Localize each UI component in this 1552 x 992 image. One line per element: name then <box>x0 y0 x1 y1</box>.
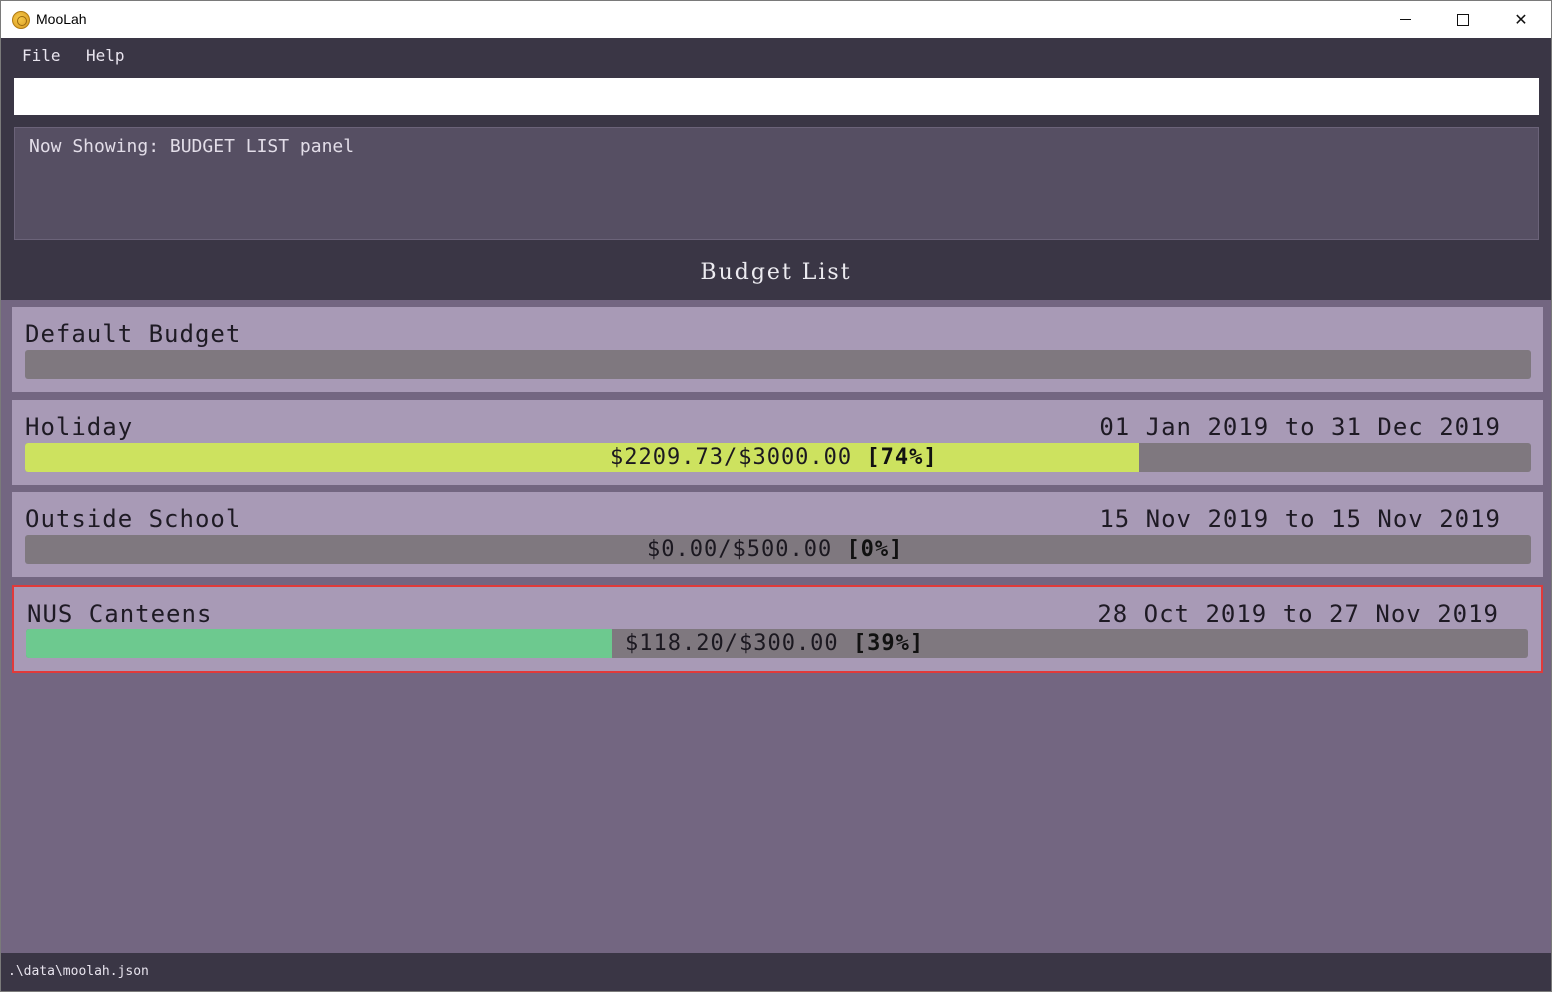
coin-icon <box>12 11 30 29</box>
result-text: Now Showing: BUDGET LIST panel <box>29 136 355 157</box>
maximize-icon <box>1457 13 1469 26</box>
menu-bar: File Help <box>1 38 1551 74</box>
budget-card-outside-school[interactable]: Outside School 15 Nov 2019 to 15 Nov 201… <box>12 492 1543 577</box>
budget-name: Outside School <box>25 505 242 533</box>
command-input[interactable] <box>14 78 1539 115</box>
menu-file[interactable]: File <box>22 46 61 65</box>
budget-percent: [74%] <box>866 445 938 470</box>
budget-name: NUS Canteens <box>27 600 213 628</box>
status-bar: .\data\moolah.json <box>1 953 1551 991</box>
budget-progress-bar: $118.20/$300.00 [39%] <box>26 629 1528 658</box>
budget-amount: $118.20/$300.00 <box>625 631 839 656</box>
minimize-icon <box>1399 19 1411 20</box>
budget-card-nus-canteens[interactable]: NUS Canteens 28 Oct 2019 to 27 Nov 2019 … <box>12 585 1543 673</box>
data-file-path: .\data\moolah.json <box>8 964 149 979</box>
close-button[interactable]: ✕ <box>1492 1 1550 38</box>
budget-progress-fill <box>26 629 612 658</box>
title-bar: MooLah ✕ <box>1 1 1551 38</box>
budget-dates: 15 Nov 2019 to 15 Nov 2019 <box>1099 505 1501 533</box>
budget-amount: $2209.73/$3000.00 <box>610 445 853 470</box>
maximize-button[interactable] <box>1434 1 1492 38</box>
budget-progress-bar <box>25 350 1531 379</box>
window-title: MooLah <box>36 11 87 27</box>
budget-name: Holiday <box>25 413 134 441</box>
budget-progress-bar: $2209.73/$3000.00 [74%] <box>25 443 1531 472</box>
moolah-window: MooLah ✕ File Help Now Showing: BUDGET L… <box>0 0 1552 992</box>
budget-name: Default Budget <box>25 320 242 348</box>
budget-card-default[interactable]: Default Budget <box>12 307 1543 392</box>
minimize-button[interactable] <box>1376 1 1434 38</box>
list-title: Budget List <box>700 260 852 285</box>
budget-progress-label: $2209.73/$3000.00 [74%] <box>610 445 938 470</box>
budget-progress-label: $118.20/$300.00 [39%] <box>625 631 924 656</box>
close-icon: ✕ <box>1514 10 1528 29</box>
result-display: Now Showing: BUDGET LIST panel <box>14 127 1539 240</box>
budget-progress-label: $0.00/$500.00 [0%] <box>647 537 903 562</box>
budget-dates: 01 Jan 2019 to 31 Dec 2019 <box>1099 413 1501 441</box>
budget-amount: $0.00/$500.00 <box>647 537 833 562</box>
top-panel: Now Showing: BUDGET LIST panel Budget Li… <box>1 74 1551 300</box>
budget-progress-bar: $0.00/$500.00 [0%] <box>25 535 1531 564</box>
menu-help[interactable]: Help <box>86 46 125 65</box>
budget-percent: [0%] <box>846 537 904 562</box>
budget-progress-fill <box>25 443 1140 472</box>
budget-dates: 28 Oct 2019 to 27 Nov 2019 <box>1097 600 1499 628</box>
budget-card-holiday[interactable]: Holiday 01 Jan 2019 to 31 Dec 2019 $2209… <box>12 400 1543 485</box>
budget-percent: [39%] <box>852 631 925 656</box>
